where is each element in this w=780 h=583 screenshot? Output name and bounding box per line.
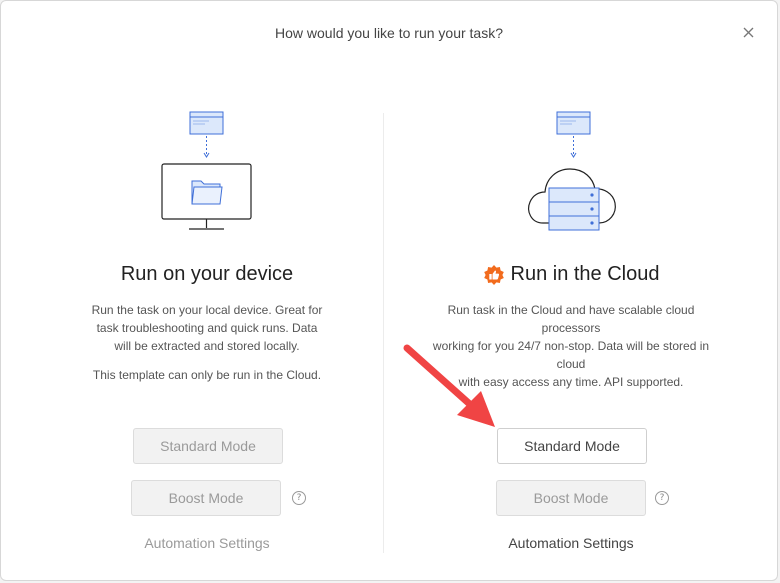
cloud-boost-help-icon[interactable]: ? — [655, 491, 669, 505]
run-task-dialog: How would you like to run your task? Run… — [0, 0, 778, 581]
device-boost-help-icon[interactable]: ? — [292, 491, 306, 505]
device-illustration-icon — [161, 111, 252, 230]
cloud-heading: Run in the Cloud — [421, 263, 721, 286]
device-boost-mode-button: Boost Mode — [131, 480, 281, 516]
device-automation-settings-link: Automation Settings — [144, 535, 270, 551]
device-heading: Run on your device — [120, 263, 294, 285]
cloud-only-note: This template can only be run in the Clo… — [92, 368, 322, 382]
cloud-standard-mode-button[interactable]: Standard Mode — [497, 428, 647, 464]
column-divider — [383, 113, 384, 553]
cloud-illustration-icon — [528, 111, 616, 231]
cloud-boost-mode-button: Boost Mode — [496, 480, 646, 516]
device-standard-mode-button: Standard Mode — [133, 428, 283, 464]
close-icon[interactable] — [739, 23, 757, 41]
device-description: Run the task on your local device. Great… — [91, 303, 323, 353]
dialog-title: How would you like to run your task? — [275, 25, 503, 41]
cloud-automation-settings-link[interactable]: Automation Settings — [421, 535, 721, 551]
red-arrow-annotation-icon — [403, 344, 495, 427]
recommended-badge-icon — [483, 264, 504, 285]
